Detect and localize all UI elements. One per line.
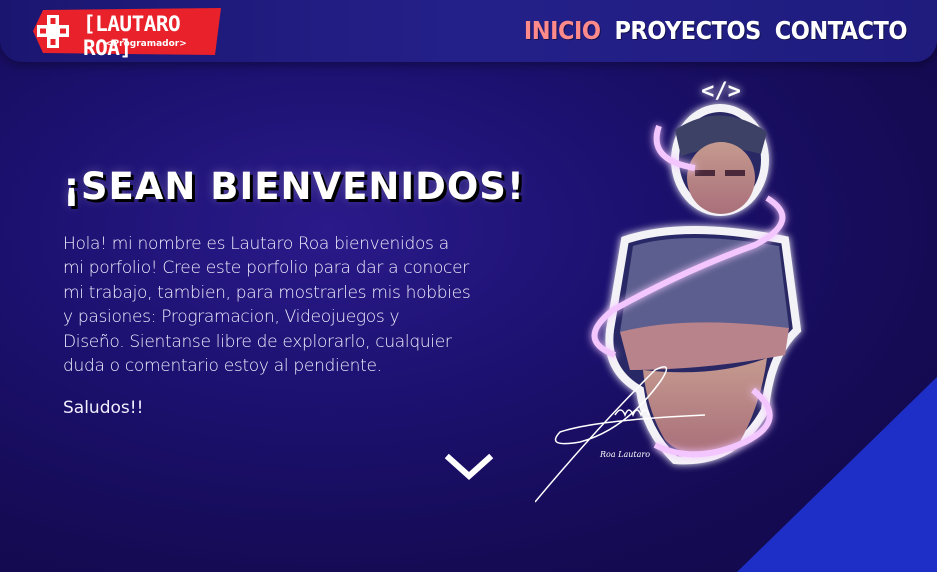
main-nav: INICIO PROYECTOS CONTACTO <box>524 16 908 45</box>
scroll-down-button[interactable] <box>443 452 495 484</box>
logo-title: [LAUTARO ROA] <box>83 12 181 60</box>
chevron-down-icon <box>444 453 494 481</box>
hero-line: Hola! mi nombre es Lautaro Roa bienvenid… <box>63 234 449 254</box>
site-logo[interactable]: [LAUTARO ROA] <Programador> <box>33 8 221 60</box>
code-tag-icon: </> <box>701 79 741 104</box>
hero-line: mi trabajo, tambien, para mostrarles mis… <box>63 282 471 303</box>
nav-link-inicio[interactable]: INICIO <box>524 16 601 45</box>
portrait-illustration: </> Roa Lautaro <box>534 70 835 510</box>
hero-title: ¡SEAN BIENVENIDOS! <box>63 165 525 208</box>
hero-line: mi porfolio! Cree este porfolio para dar… <box>63 258 469 279</box>
top-navbar: [LAUTARO ROA] <Programador> INICIO PROYE… <box>0 0 937 62</box>
signature-text: Roa Lautaro <box>599 450 650 459</box>
nav-link-contacto[interactable]: CONTACTO <box>775 16 908 45</box>
hero-greeting: Saludos!! <box>63 398 144 418</box>
hero-line: Diseño. Sientanse libre de explorarlo, c… <box>63 331 452 352</box>
logo-subtitle: <Programador> <box>105 39 187 49</box>
hero-line: y pasiones: Programacion, Videojuegos y <box>63 307 400 328</box>
hero-description: Hola! mi nombre es Lautaro Roa bienvenid… <box>63 232 533 378</box>
hero-line: duda o comentario estoy al pendiente. <box>63 356 382 377</box>
nav-link-proyectos[interactable]: PROYECTOS <box>614 16 761 45</box>
